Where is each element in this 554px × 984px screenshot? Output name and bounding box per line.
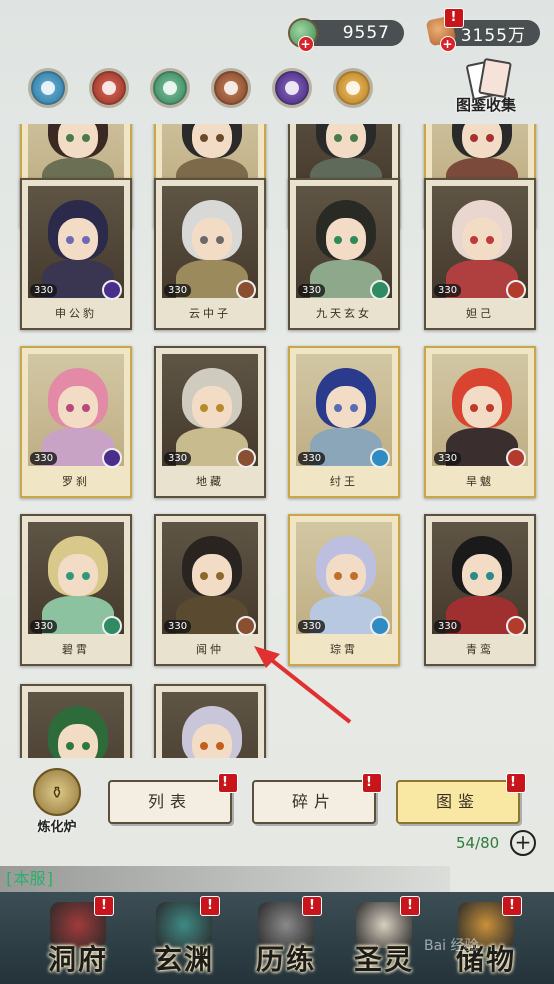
- water-element-icon: [370, 448, 390, 468]
- earth-element-icon: [236, 280, 256, 300]
- hero-name: 九天玄女: [316, 307, 372, 320]
- water-element-icon: [370, 616, 390, 636]
- furnace-button[interactable]: ⚱ 炼化炉: [22, 768, 92, 835]
- nav-item-palace[interactable]: ! 洞府: [28, 896, 128, 984]
- alert-icon: !: [444, 8, 464, 28]
- hero-level: 330: [164, 452, 192, 465]
- tab-list-label: 列表: [147, 792, 192, 811]
- hero-portrait: [28, 692, 124, 758]
- furnace-label: 炼化炉: [37, 820, 77, 835]
- dark-element-filter-icon[interactable]: [272, 68, 312, 108]
- hero-level: 330: [298, 284, 326, 297]
- water-element-filter-icon[interactable]: [28, 68, 68, 108]
- add-bag-icon[interactable]: +: [440, 36, 456, 52]
- hero-level: 330: [298, 620, 326, 633]
- nav-item-sword[interactable]: ! 历练: [236, 896, 336, 984]
- alert-icon: !: [200, 896, 220, 916]
- nav-item-tiger[interactable]: ! 圣灵: [334, 896, 434, 984]
- fire-element-icon: [506, 448, 526, 468]
- wood-element-filter-icon[interactable]: [150, 68, 190, 108]
- earth-element-icon: [236, 616, 256, 636]
- fire-element-icon: [506, 280, 526, 300]
- hero-name: 妲己: [466, 307, 494, 320]
- bag-amount: 3155万: [460, 25, 526, 46]
- hero-card[interactable]: 330 地藏: [154, 346, 266, 498]
- hero-card[interactable]: 330 罗刹: [20, 346, 132, 498]
- dark-element-icon: [102, 280, 122, 300]
- hero-level: 330: [434, 620, 462, 633]
- alert-icon: !: [94, 896, 114, 916]
- hero-card[interactable]: 330 纣王: [288, 346, 400, 498]
- hero-name: 云中子: [189, 307, 231, 320]
- chat-channel-label: [本服]: [4, 869, 56, 888]
- hero-card[interactable]: 330 申公豹: [20, 178, 132, 330]
- alert-icon: !: [502, 896, 522, 916]
- fire-element-icon: [506, 616, 526, 636]
- alert-icon: !: [506, 773, 526, 793]
- wood-element-icon: [370, 280, 390, 300]
- alert-icon: !: [400, 896, 420, 916]
- jade-resource-bar[interactable]: + 9557: [288, 18, 404, 52]
- hero-name: 旱魃: [466, 475, 494, 488]
- hero-card[interactable]: 330 九天玄女: [288, 178, 400, 330]
- hero-card[interactable]: 330 旱魃: [424, 346, 536, 498]
- hero-card[interactable]: 330 云中子: [154, 178, 266, 330]
- add-capacity-button[interactable]: +: [510, 830, 536, 856]
- element-filter-row: [28, 68, 373, 108]
- collection-button[interactable]: 图鉴收集: [446, 57, 526, 118]
- hero-card[interactable]: 330 青鸾: [424, 514, 536, 666]
- tab-fragments-label: 碎片: [291, 792, 336, 811]
- earth-element-icon: [236, 448, 256, 468]
- hero-card[interactable]: 330 碧霄: [20, 514, 132, 666]
- nav-label: 洞府: [47, 943, 108, 976]
- add-jade-icon[interactable]: +: [298, 36, 314, 52]
- alert-icon: !: [218, 773, 238, 793]
- hero-level: 330: [164, 620, 192, 633]
- hero-name: 闻仲: [196, 643, 224, 656]
- watermark: Bai 经验: [424, 938, 479, 954]
- hero-level: 330: [30, 452, 58, 465]
- annotation-arrow-icon: [254, 646, 352, 724]
- tab-list[interactable]: 列表 !: [108, 773, 238, 824]
- alert-icon: !: [362, 773, 382, 793]
- nav-label: 圣灵: [353, 943, 414, 976]
- furnace-icon: ⚱: [33, 768, 81, 816]
- bag-resource-bar[interactable]: + ! 3155万: [425, 8, 540, 52]
- jade-amount: 9557: [342, 23, 390, 43]
- hero-level: 330: [298, 452, 326, 465]
- hero-name: 地藏: [196, 475, 224, 488]
- hero-name: 罗刹: [62, 475, 90, 488]
- alert-icon: !: [302, 896, 322, 916]
- gold-element-filter-icon[interactable]: [333, 68, 373, 108]
- hero-name: 青鸾: [466, 643, 494, 656]
- wood-element-icon: [102, 616, 122, 636]
- nav-label: 玄渊: [153, 943, 214, 976]
- hero-level: 330: [434, 452, 462, 465]
- collection-count: 54/80: [456, 834, 500, 852]
- cards-icon: [463, 57, 512, 101]
- hero-level: 330: [434, 284, 462, 297]
- tab-fragments[interactable]: 碎片 !: [252, 773, 382, 824]
- hero-name: 纣王: [330, 475, 358, 488]
- earth-element-filter-icon[interactable]: [211, 68, 251, 108]
- hero-level: 330: [30, 620, 58, 633]
- hero-level: 330: [164, 284, 192, 297]
- nav-item-dragon[interactable]: ! 玄渊: [134, 896, 234, 984]
- hero-card[interactable]: 330 妲己: [424, 178, 536, 330]
- hero-name: 申公豹: [55, 307, 97, 320]
- chat-bar[interactable]: [本服]: [0, 866, 450, 892]
- fire-element-filter-icon[interactable]: [89, 68, 129, 108]
- tab-catalog[interactable]: 图鉴 !: [396, 773, 526, 824]
- hero-portrait: [162, 692, 258, 758]
- hero-name: 碧霄: [62, 643, 90, 656]
- tab-catalog-label: 图鉴: [435, 792, 480, 811]
- nav-label: 历练: [255, 943, 316, 976]
- dark-element-icon: [102, 448, 122, 468]
- hero-card[interactable]: [20, 684, 132, 758]
- hero-level: 330: [30, 284, 58, 297]
